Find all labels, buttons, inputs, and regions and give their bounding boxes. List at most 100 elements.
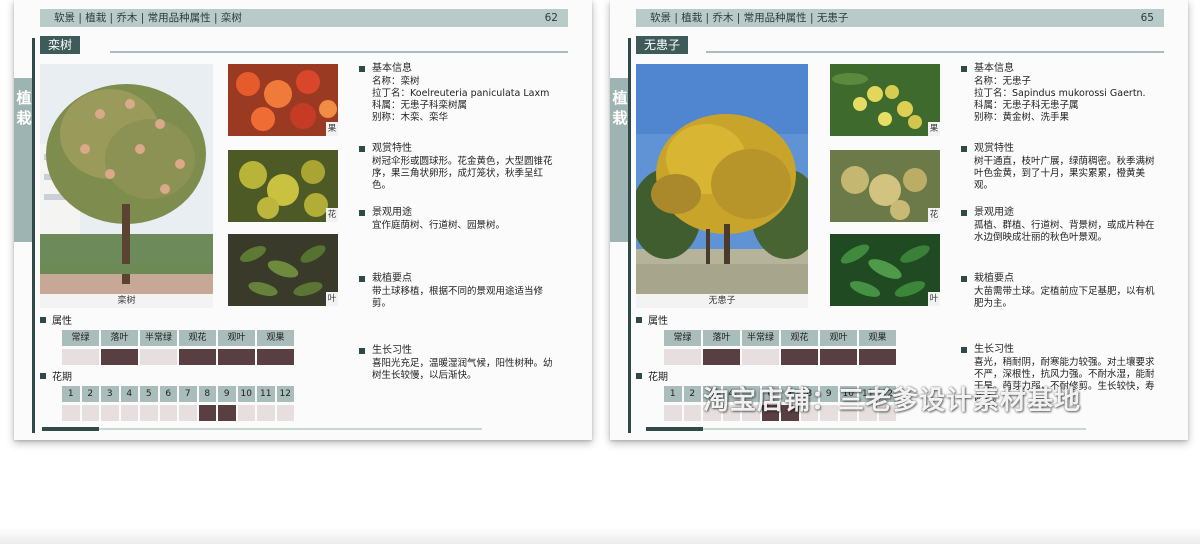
page-header-bar: 软景 | 植栽 | 乔木 | 常用品种属性 | 栾树 62 [40, 9, 568, 27]
month-header: 3 [101, 386, 119, 402]
info-landscape-use: 景观用途 宜作庭荫树、行道树、园景树。 [358, 207, 578, 232]
section-heading: 基本信息 [960, 63, 1180, 75]
flowering-label: 花期 [636, 368, 668, 383]
month-header: 10 [237, 386, 255, 402]
section-heading: 生长习性 [960, 344, 1160, 356]
progress-fill [42, 427, 100, 431]
info-line: 喜阳光充足，温暖湿润气候，阳性树种。幼树生长较慢，以后渐快。 [372, 358, 553, 381]
photo-caption: 栾树 [40, 294, 213, 308]
attribute-label: 属性 [40, 312, 72, 327]
info-ornamental: 观赏特性 树干通直，枝叶广展，绿荫稠密。秋季满树叶色金黄，到了十月，果实累累，橙… [960, 143, 1160, 192]
flowering-cell [179, 405, 197, 421]
attribute-value-cell [62, 349, 99, 365]
attribute-value-cell [703, 349, 740, 365]
month-header: 1 [664, 386, 682, 402]
catalog-page-left: 软景 | 植栽 | 乔木 | 常用品种属性 | 栾树 62 植栽 栾树 栾树 果… [14, 0, 592, 440]
thumb-tag-flower: 花 [928, 208, 940, 222]
info-line: 名称：栾树 [372, 76, 420, 87]
attribute-header: 半常绿 [742, 330, 779, 346]
info-ornamental: 观赏特性 树冠伞形或圆球形。花金黄色，大型圆锥花序，果三角状卵形，成灯笼状，秋季… [358, 143, 558, 192]
title-rule [110, 51, 568, 53]
info-planting: 栽植要点 带土球移植，根据不同的景观用途适当修剪。 [358, 273, 558, 310]
attribute-value-row [664, 349, 898, 365]
month-header: 5 [140, 386, 158, 402]
attribute-header: 观花 [179, 330, 216, 346]
flowering-cell [159, 405, 177, 421]
month-header: 4 [120, 386, 138, 402]
attribute-header: 常绿 [62, 330, 99, 346]
attribute-value-cell [257, 349, 294, 365]
thumb-tag-leaf: 叶 [326, 292, 338, 306]
flowering-cell [198, 405, 216, 421]
info-line: 树干通直，枝叶广展，绿荫稠密。秋季满树叶色金黄，到了十月，果实累累，橙黄美观。 [974, 156, 1155, 191]
attribute-header: 观叶 [820, 330, 857, 346]
side-divider [628, 38, 631, 433]
info-line: 别称：木栾、栾华 [372, 112, 449, 123]
attribute-header: 半常绿 [140, 330, 177, 346]
progress-line [42, 427, 482, 431]
title-rule [706, 51, 1164, 53]
photo-caption: 无患子 [636, 294, 808, 308]
flowering-cell [683, 405, 701, 421]
flowering-cell [237, 405, 255, 421]
month-header: 8 [198, 386, 216, 402]
month-header: 2 [81, 386, 99, 402]
thumb-tag-flower: 花 [326, 208, 338, 222]
side-tab-label: 植栽 [16, 89, 32, 127]
info-line: 别称：黄金树、洗手果 [974, 112, 1070, 123]
progress-fill [646, 427, 704, 431]
progress-line [646, 427, 1086, 431]
attribute-header: 观叶 [218, 330, 255, 346]
info-basic: 基本信息 名称：栾树 拉丁名：Koelreuteria paniculata L… [358, 63, 578, 124]
thumb-tag-fruit: 果 [326, 122, 338, 136]
attribute-value-cell [781, 349, 818, 365]
info-line: 科属：无患子科栾树属 [372, 100, 468, 111]
info-line: 树冠伞形或圆球形。花金黄色，大型圆锥花序，果三角状卵形，成灯笼状，秋季呈红色。 [372, 156, 553, 191]
month-header: 1 [62, 386, 80, 402]
fruit-photo: 果 [228, 64, 338, 136]
month-header-row: 1 2 3 4 5 6 7 8 9 10 11 12 [62, 386, 296, 402]
flowering-value-row [62, 405, 296, 421]
flowering-cell [81, 405, 99, 421]
month-header: 12 [276, 386, 294, 402]
attribute-header: 落叶 [703, 330, 740, 346]
month-header: 9 [218, 386, 236, 402]
catalog-page-right: 软景 | 植栽 | 乔木 | 常用品种属性 | 无患子 65 植栽 无患子 无患… [610, 0, 1188, 440]
page-number: 65 [1140, 12, 1154, 24]
page-title: 无患子 [636, 36, 689, 54]
info-line: 拉丁名：Koelreuteria paniculata Laxm [372, 88, 550, 99]
breadcrumb: 软景 | 植栽 | 乔木 | 常用品种属性 | 无患子 [650, 12, 849, 24]
month-header: 11 [257, 386, 275, 402]
section-heading: 栽植要点 [960, 273, 1160, 285]
flowering-cell [664, 405, 682, 421]
attribute-value-cell [218, 349, 255, 365]
attribute-value-cell [859, 349, 896, 365]
page-header-bar: 软景 | 植栽 | 乔木 | 常用品种属性 | 无患子 65 [636, 9, 1164, 27]
section-heading: 栽植要点 [358, 273, 558, 285]
leaf-photo: 叶 [830, 234, 940, 306]
background-strip [0, 527, 1200, 544]
attribute-header: 落叶 [101, 330, 138, 346]
flower-photo: 花 [830, 150, 940, 222]
attribute-header-row: 常绿 落叶 半常绿 观花 观叶 观果 [664, 330, 898, 346]
attribute-value-cell [179, 349, 216, 365]
info-line: 名称：无患子 [974, 76, 1032, 87]
month-header: 7 [179, 386, 197, 402]
attribute-header: 观果 [257, 330, 294, 346]
info-line: 科属：无患子科无患子属 [974, 100, 1079, 111]
attribute-value-cell [742, 349, 779, 365]
info-planting: 栽植要点 大苗需带土球。定植前应下足基肥，以有机肥为主。 [960, 273, 1160, 310]
page-title: 栾树 [40, 36, 81, 54]
attribute-value-cell [820, 349, 857, 365]
month-header: 2 [683, 386, 701, 402]
attribute-header-row: 常绿 落叶 半常绿 观花 观叶 观果 [62, 330, 296, 346]
side-tab-label: 植栽 [612, 89, 628, 127]
watermark: 淘宝店铺：三老爹设计素材基地 [703, 386, 1082, 416]
attribute-header: 观果 [859, 330, 896, 346]
info-growth: 生长习性 喜阳光充足，温暖湿润气候，阳性树种。幼树生长较慢，以后渐快。 [358, 345, 558, 382]
attribute-value-cell [664, 349, 701, 365]
attribute-value-cell [140, 349, 177, 365]
section-heading: 景观用途 [358, 207, 578, 219]
flowering-cell [276, 405, 294, 421]
main-tree-photo: 栾树 [40, 64, 213, 308]
